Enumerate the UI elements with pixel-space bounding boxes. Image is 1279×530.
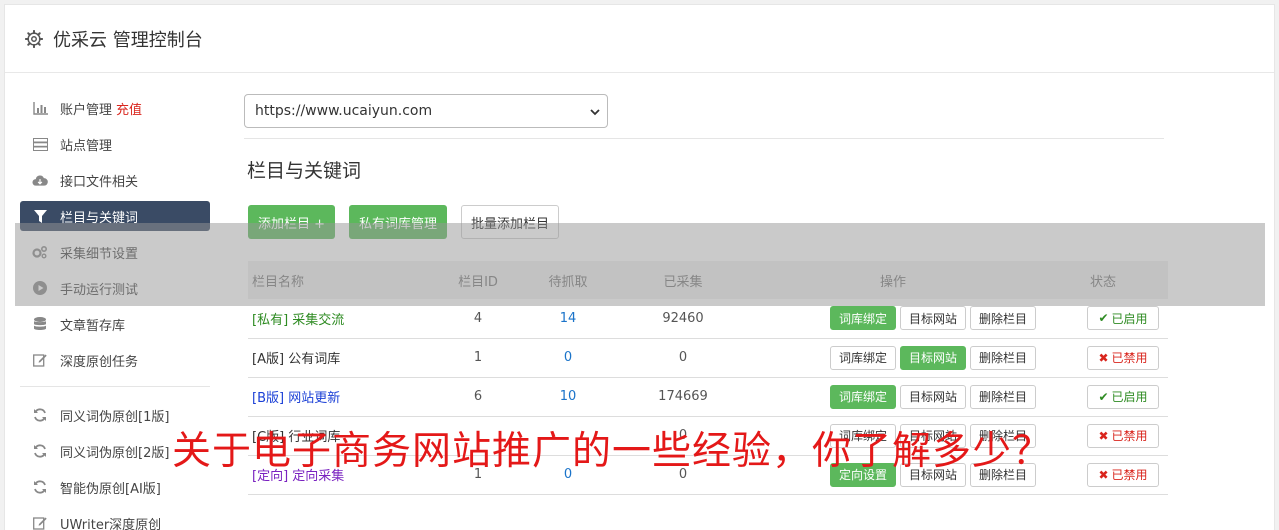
close-icon: ✖ [1098, 467, 1109, 482]
table-row: [B版] 网站更新 6 10 174669 词库绑定 目标网站 删除栏目 ✔ 已启… [248, 377, 1168, 416]
column-id-cell: 4 [473, 310, 483, 326]
refresh-icon [32, 443, 48, 459]
sidebar-item-manual-test[interactable]: 手动运行测试 [20, 270, 210, 306]
col-header-status: 状态 [1089, 274, 1116, 290]
play-circle-icon [32, 280, 48, 296]
check-icon: ✔ [1098, 311, 1109, 326]
recharge-link[interactable]: 充值 [116, 99, 142, 118]
status-toggle[interactable]: ✔ 已启用 [1087, 306, 1159, 331]
add-column-button[interactable]: 添加栏目 + [248, 205, 336, 239]
gears-icon [32, 244, 48, 260]
delete-column-button[interactable]: 删除栏目 [970, 384, 1037, 409]
refresh-icon [32, 479, 48, 495]
status-toggle[interactable]: ✔ 已启用 [1087, 384, 1159, 409]
sidebar-item-label: 账户管理 [60, 102, 113, 118]
ops-cell: 词库绑定 目标网站 删除栏目 [748, 338, 1038, 377]
filter-icon [32, 208, 48, 224]
sidebar-item-sites[interactable]: 站点管理 [20, 126, 210, 162]
overlay-headline: 关于电子商务网站推广的一些经验，你了解多少？ [172, 429, 1053, 474]
table-row: [私有] 采集交流 4 14 92460 词库绑定 目标网站 删除栏目 ✔ 已启用 [248, 299, 1168, 338]
database-icon [32, 316, 48, 332]
sidebar-item-label: 手动运行测试 [60, 282, 139, 298]
sidebar-item-label: 文章暂存库 [60, 318, 126, 334]
status-toggle[interactable]: ✖ 已禁用 [1087, 423, 1159, 448]
refresh-icon [32, 407, 48, 423]
bind-lexicon-button[interactable]: 词库绑定 [829, 306, 896, 331]
edit-icon [32, 515, 48, 530]
status-toggle[interactable]: ✖ 已禁用 [1087, 345, 1159, 370]
sidebar-item-label: 接口文件相关 [60, 174, 139, 190]
header: 优采云 管理控制台 [5, 5, 1274, 73]
collected-count-cell: 92460 [662, 310, 704, 326]
close-icon: ✖ [1098, 428, 1109, 443]
bind-lexicon-button[interactable]: 词库绑定 [829, 345, 896, 370]
edit-icon [32, 352, 48, 368]
private-lexicon-button[interactable]: 私有词库管理 [349, 205, 448, 239]
sidebar-item-label: 同义词伪原创[2版] [60, 445, 170, 461]
pending-count-link[interactable]: 0 [518, 338, 618, 377]
app-title: 优采云 管理控制台 [53, 29, 203, 51]
close-icon: ✖ [1098, 350, 1109, 365]
sidebar-item-label: UWriter深度原创 [60, 517, 162, 530]
status-cell: ✔ 已启用 [1038, 299, 1168, 338]
page-title: 栏目与关键词 [247, 160, 362, 182]
sidebar-item-label: 栏目与关键词 [60, 210, 139, 226]
target-site-button[interactable]: 目标网站 [899, 384, 966, 409]
bar-chart-icon [32, 100, 48, 116]
col-header-id: 栏目ID [458, 274, 498, 290]
status-toggle[interactable]: ✖ 已禁用 [1087, 462, 1159, 487]
sidebar-item-label: 同义词伪原创[1版] [60, 409, 170, 425]
server-icon [32, 136, 48, 152]
table-header-row: 栏目名称 栏目ID 待抓取 已采集 操作 状态 [248, 261, 1168, 299]
status-cell: ✖ 已禁用 [1038, 338, 1168, 377]
site-select[interactable]: https://www.ucaiyun.com [244, 94, 608, 128]
status-cell: ✖ 已禁用 [1038, 455, 1168, 494]
column-name-cell[interactable]: [A版] 公有词库 [248, 338, 438, 377]
sidebar-item-label: 采集细节设置 [60, 246, 139, 262]
sidebar-item-article-store[interactable]: 文章暂存库 [20, 306, 210, 342]
col-header-collected: 已采集 [663, 274, 703, 290]
column-name-cell[interactable]: [B版] 网站更新 [248, 377, 438, 416]
sidebar-item-collect-settings[interactable]: 采集细节设置 [20, 234, 210, 270]
sidebar-item-label: 站点管理 [60, 138, 113, 154]
sidebar-divider [20, 386, 210, 387]
target-site-button[interactable]: 目标网站 [899, 345, 966, 370]
sidebar-item-interface-files[interactable]: 接口文件相关 [20, 162, 210, 198]
col-header-pending: 待抓取 [548, 274, 588, 290]
batch-add-column-button[interactable]: 批量添加栏目 [461, 205, 560, 239]
status-cell: ✖ 已禁用 [1038, 416, 1168, 455]
column-id-cell: 6 [473, 389, 483, 404]
collected-count-cell: 0 [678, 350, 688, 365]
bind-lexicon-button[interactable]: 词库绑定 [829, 384, 896, 409]
chevron-down-icon [590, 109, 600, 116]
delete-column-button[interactable]: 删除栏目 [970, 345, 1037, 370]
cloud-download-icon [32, 172, 48, 188]
sidebar-item-label: 深度原创任务 [60, 354, 139, 370]
sidebar-item-uwriter[interactable]: UWriter深度原创 [20, 505, 210, 530]
ops-cell: 词库绑定 目标网站 删除栏目 [748, 377, 1038, 416]
pending-count-link[interactable]: 10 [518, 377, 618, 416]
col-header-ops: 操作 [879, 274, 906, 290]
divider [244, 138, 1164, 139]
collected-count-cell: 174669 [658, 389, 708, 404]
sidebar-item-columns-keywords[interactable]: 栏目与关键词 [20, 201, 210, 231]
sidebar-item-label: 智能伪原创[AI版] [60, 481, 161, 497]
col-header-name: 栏目名称 [252, 274, 305, 290]
sidebar-item-deep-original[interactable]: 深度原创任务 [20, 342, 210, 378]
column-id-cell: 1 [473, 350, 483, 365]
site-select-value: https://www.ucaiyun.com [255, 103, 433, 119]
target-site-button[interactable]: 目标网站 [899, 306, 966, 331]
gear-icon [25, 29, 43, 48]
delete-column-button[interactable]: 删除栏目 [970, 306, 1037, 331]
ops-cell: 词库绑定 目标网站 删除栏目 [748, 299, 1038, 338]
sidebar-item-account[interactable]: 账户管理 充值 [20, 90, 210, 126]
toolbar: 添加栏目 + 私有词库管理 批量添加栏目 [248, 205, 1164, 239]
pending-count-link[interactable]: 14 [518, 299, 618, 338]
check-icon: ✔ [1098, 389, 1109, 404]
table-row: [A版] 公有词库 1 0 0 词库绑定 目标网站 删除栏目 ✖ 已禁用 [248, 338, 1168, 377]
status-cell: ✔ 已启用 [1038, 377, 1168, 416]
column-name-cell[interactable]: [私有] 采集交流 [248, 299, 438, 338]
